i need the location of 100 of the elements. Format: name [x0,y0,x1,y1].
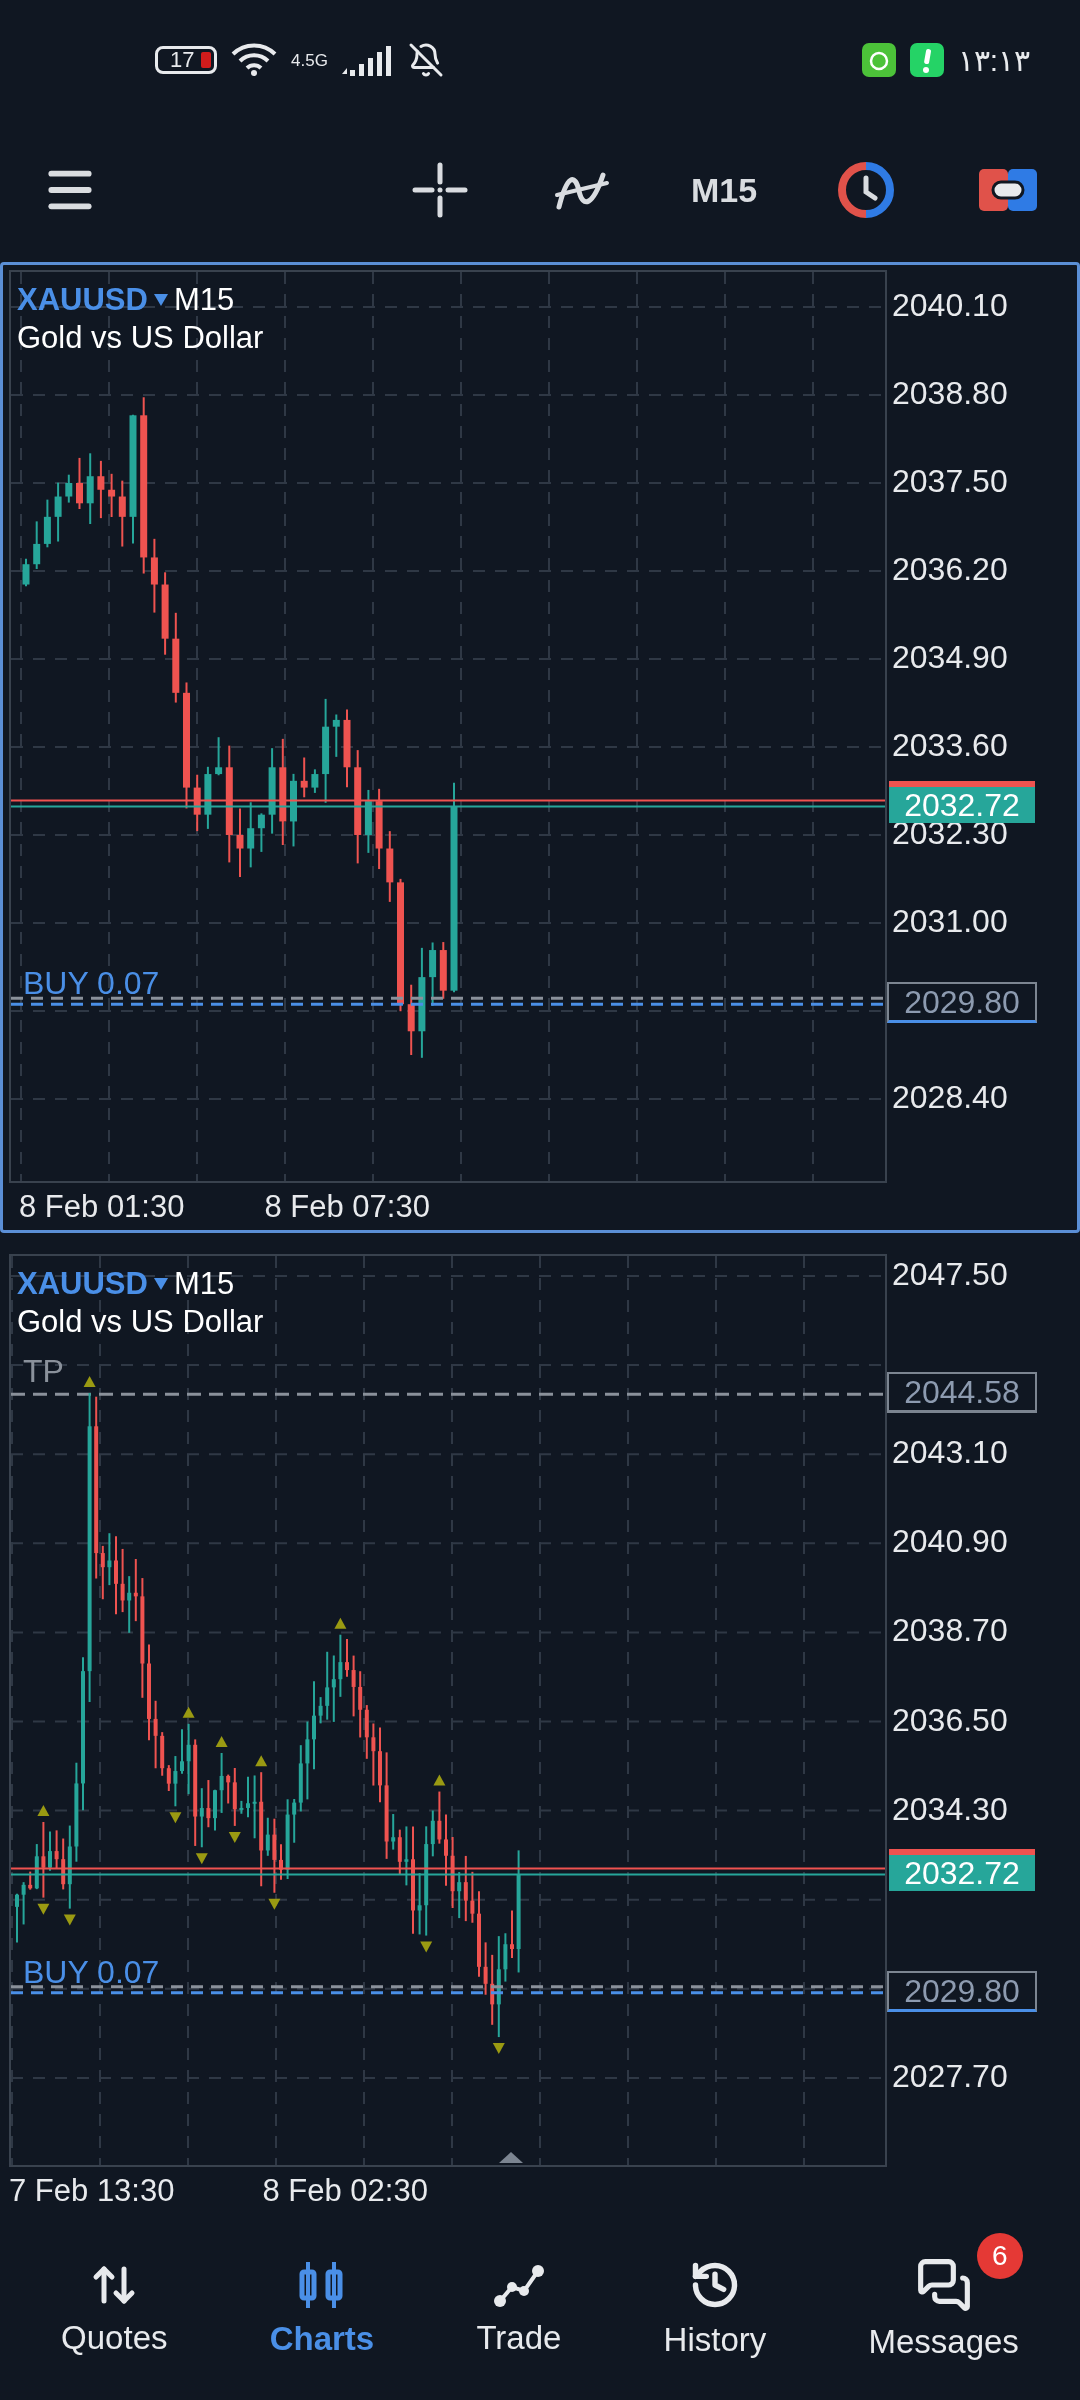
candle [364,788,372,854]
symbol-description: Gold vs US Dollar [17,1304,264,1340]
candle [206,1779,211,1829]
time-axis-label: 8 Feb 01:30 [19,1188,185,1225]
price-axis-label: 2034.90 [892,639,1008,675]
candle [173,1755,178,1808]
candle [371,1722,376,1787]
order-label: BUY 0.07 [23,1954,160,1989]
chart-panel[interactable]: XAUUSD M15 Gold vs US Dollar BUY 0.07 2040.10 2038.80 2037.50 2036.20 2034.90 2033.60 2032.30 2031.00 2028.40 2032.72 2029.80 8 Feb 01:30 8 Feb 07:30 [0,262,1080,1233]
price-axis-label: 2043.10 [892,1434,1008,1471]
candle [54,481,62,543]
candle [510,1909,514,1960]
candle [215,736,223,777]
candle [439,941,447,1000]
candle [118,479,126,548]
bell-off-icon [407,42,444,78]
scroll-marker-icon[interactable] [499,2152,523,2163]
order-label: BUY 0.07 [23,966,160,1001]
fractal-down-arrow-icon [195,1853,208,1865]
candle [247,801,255,869]
fractal-down-arrow-icon [492,2043,505,2055]
timeframe-button[interactable]: M15 [679,145,769,235]
price-axis-label: 2038.80 [892,375,1008,411]
candle [108,472,116,518]
candle [318,1696,323,1725]
signal-icon [341,44,394,76]
fractal-down-arrow-icon [420,1941,433,1953]
fractal-up-arrow-icon [83,1375,96,1387]
price-axis-label: 2037.50 [892,463,1008,499]
candle [43,498,51,549]
nav-tab[interactable]: History [659,2252,771,2365]
candle [213,1788,217,1832]
timeframe-label: M15 [173,282,235,318]
dropdown-caret-icon[interactable] [153,294,168,306]
fractal-down-arrow-icon [169,1812,182,1824]
candle [279,1843,283,1881]
chart-area[interactable]: XAUUSD M15 Gold vs US Dollar TP BUY 0.07 [9,1254,887,2167]
candle [15,1892,19,1944]
candle [219,1751,224,1814]
wifi-icon [231,42,277,78]
alert-notification-icon [909,43,944,77]
clock-icon [838,162,894,218]
fractal-up-arrow-icon [255,1755,268,1767]
symbol-link[interactable]: XAUUSD [17,1266,148,1302]
price-axis-label: 2036.50 [892,1701,1008,1738]
price-axis-label: 2040.90 [892,1523,1008,1560]
candle [404,1825,409,1887]
fractal-up-arrow-icon [433,1774,446,1786]
order-price-label: 2029.80 [887,1970,1037,2012]
order-price-label: 2029.80 [887,982,1037,1024]
timeframe-label: M15 [173,1266,235,1302]
price-axis-label: 2040.10 [892,287,1008,323]
take-profit-label: TP [23,1354,64,1389]
fractal-up-arrow-icon [37,1805,50,1816]
price-axis-label: 2027.70 [892,2057,1008,2094]
candle [503,1932,508,1983]
fractal-down-arrow-icon [228,1831,241,1843]
fractal-down-arrow-icon [63,1914,76,1926]
chart-area[interactable]: XAUUSD M15 Gold vs US Dollar BUY 0.07 [9,270,887,1183]
candle [76,456,83,510]
nav-tab[interactable]: Charts [265,2253,379,2364]
fractal-down-arrow-icon [268,1898,281,1910]
candle [351,1654,356,1718]
candle [193,773,201,833]
candle [54,1829,59,1870]
app-notification-icon [861,43,896,77]
current-price-label: 2032.72 [889,780,1035,823]
candle [300,756,308,799]
candle [120,1547,125,1614]
messages-icon [915,2256,972,2313]
symbol-link[interactable]: XAUUSD [17,282,148,318]
candle [65,473,73,504]
candle [470,1870,475,1924]
fractal-up-arrow-icon [215,1735,228,1747]
candle [338,1633,343,1698]
candle [437,1790,442,1845]
battery-indicator: 17 [155,46,217,74]
notification-badge: 6 [976,2232,1023,2279]
nav-tab[interactable]: Quotes [57,2254,172,2363]
candle [332,713,340,758]
price-axis-label: 2033.60 [892,727,1008,763]
candle [311,768,319,794]
current-price-label: 2032.72 [889,1848,1035,1891]
candle [236,807,244,879]
price-axis-label: 2034.30 [892,1790,1008,1827]
candle [21,1881,26,1926]
dropdown-caret-icon[interactable] [153,1278,168,1290]
candle [239,1799,244,1815]
candle [107,1532,112,1587]
fractal-down-arrow-icon [37,1903,50,1915]
price-axis-label: 2036.20 [892,551,1008,587]
candle [483,1941,488,1996]
symbol-description: Gold vs US Dollar [17,320,264,356]
chart-panel[interactable]: XAUUSD M15 Gold vs US Dollar TP BUY 0.07 2047.50 2043.10 2040.90 2038.70 2036.50 2034.30 2027.70 2044.58 2032.72 2029.80 7 Feb 13:30 8 Feb 02:30 [0,1246,1080,2217]
toggle-icon [979,169,1037,211]
candle [97,459,105,520]
nav-tab[interactable]: Trade [472,2254,566,2363]
candle [252,1774,257,1840]
price-axis-label: 2028.40 [892,1078,1008,1115]
candle [180,1728,184,1775]
